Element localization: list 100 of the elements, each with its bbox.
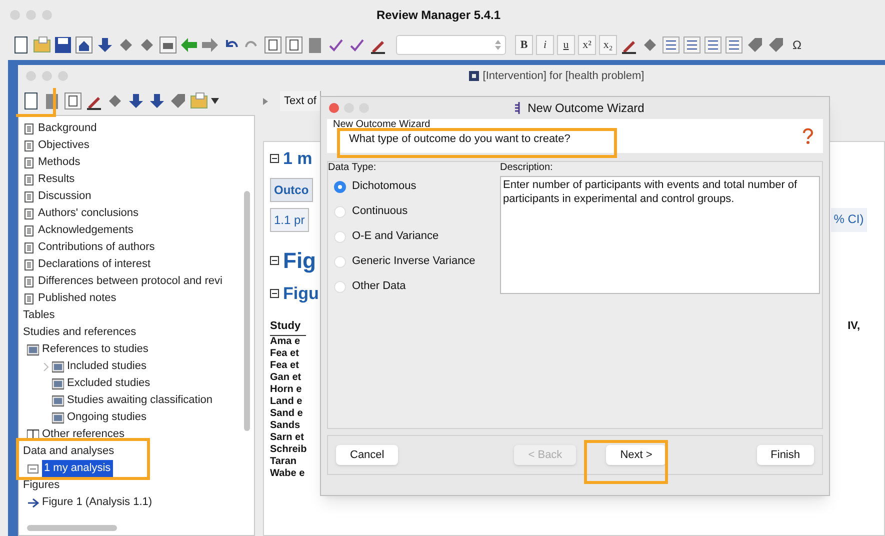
section-heading: Figu (283, 282, 319, 305)
spinner-icon[interactable] (495, 40, 501, 50)
tree-item[interactable]: Methods (38, 154, 80, 171)
header-title: New Outcome Wizard (333, 119, 432, 131)
caret-icon (263, 98, 268, 104)
tree-item[interactable]: Figures (23, 477, 60, 494)
format-button[interactable]: B (515, 35, 533, 55)
highlight-frame (16, 88, 56, 117)
document-icon (468, 71, 479, 81)
collapse-icon[interactable] (270, 256, 279, 264)
radio-button[interactable] (334, 180, 346, 192)
radio-label[interactable]: Generic Inverse Variance (352, 253, 476, 270)
tree-item[interactable]: Contributions of authors (38, 239, 155, 256)
tree-item[interactable]: Studies awaiting classification (67, 392, 213, 409)
down-arrow-icon[interactable] (96, 36, 114, 54)
table-cell: Sand e (270, 408, 303, 420)
tree-item[interactable]: Figure 1 (Analysis 1.1) (42, 494, 152, 511)
down-arrow-icon[interactable] (127, 92, 145, 110)
radio-button[interactable] (334, 206, 346, 218)
collapse-icon[interactable] (270, 154, 279, 164)
photo-stack-icon (52, 412, 64, 424)
house-icon[interactable] (75, 36, 93, 54)
tag-icon[interactable] (767, 36, 785, 54)
copy-icon[interactable] (285, 36, 303, 54)
tree-item[interactable]: Published notes (38, 290, 116, 307)
table-cell: Fea et (270, 360, 299, 372)
table-header: Outco (270, 178, 313, 202)
document-icon[interactable] (22, 92, 40, 110)
table-cell: Taran (270, 456, 296, 468)
document-icon (23, 122, 35, 134)
photo-stack-icon (52, 360, 64, 372)
document-icon[interactable] (12, 36, 30, 54)
help-icon[interactable] (801, 127, 815, 145)
dialog-title: New Outcome Wizard (528, 100, 644, 117)
radio-button[interactable] (334, 280, 346, 292)
save-icon[interactable] (54, 36, 72, 54)
radio-label[interactable]: Other Data (352, 278, 406, 295)
tree-item[interactable]: Differences between protocol and revi (38, 273, 222, 290)
radio-label[interactable]: Continuous (352, 203, 408, 220)
tag-icon[interactable] (169, 92, 187, 110)
copy-icon[interactable] (264, 36, 282, 54)
document-icon (23, 190, 35, 202)
tree-item[interactable]: 1 my analysis (42, 460, 113, 477)
tree-item[interactable]: Other references (42, 426, 125, 443)
down-arrow-icon[interactable] (148, 92, 166, 110)
tree-item[interactable]: Results (38, 171, 75, 188)
table-cell: Ama e (270, 336, 300, 348)
format-button[interactable]: i (536, 35, 554, 55)
tree-item[interactable]: Studies and references (23, 324, 136, 341)
section-heading: Fig (283, 246, 316, 275)
tree-item[interactable]: Included studies (67, 358, 146, 375)
collapse-icon[interactable] (270, 288, 279, 298)
tree-item[interactable]: Discussion (38, 188, 92, 205)
tree-item[interactable]: Ongoing studies (67, 409, 146, 426)
dialog-button[interactable]: Cancel (336, 445, 398, 465)
radio-button[interactable] (334, 230, 346, 242)
radio-label[interactable]: O-E and Variance (352, 228, 439, 245)
table-cell: Schreib (270, 444, 307, 456)
column-header: IV, (848, 319, 860, 334)
field-label: Data Type: (328, 162, 376, 174)
tree-item[interactable]: Data and analyses (23, 443, 114, 460)
radio-label[interactable]: Dichotomous (352, 178, 416, 195)
format-button[interactable]: u (557, 35, 575, 55)
format-button[interactable]: x² (578, 35, 596, 55)
format-button[interactable]: x₂ (599, 35, 617, 55)
symbol-button[interactable]: Ω (788, 35, 806, 55)
tree-item[interactable]: Declarations of interest (38, 256, 150, 273)
scrollbar-thumb[interactable] (244, 191, 250, 431)
list-icon[interactable] (683, 36, 701, 54)
tree-item[interactable]: Authors' conclusions (38, 205, 139, 222)
tree-item[interactable]: Objectives (38, 137, 90, 154)
tree-item[interactable]: Excluded studies (67, 375, 150, 392)
table-cell: Land e (270, 396, 302, 408)
document-icon (23, 156, 35, 168)
document-icon (23, 208, 35, 220)
copy-icon[interactable] (64, 92, 82, 110)
table-cell: 1.1 pr (270, 208, 309, 232)
tree-item[interactable]: Acknowledgements (38, 222, 134, 239)
window-title: [Intervention] for [health problem] (482, 68, 644, 84)
right-arrow-icon[interactable] (201, 36, 219, 54)
list-icon[interactable] (725, 36, 743, 54)
left-arrow-icon[interactable] (180, 36, 198, 54)
dialog-button[interactable]: Finish (756, 445, 814, 465)
section-heading: 1 m (283, 148, 312, 170)
tab[interactable]: Text of (280, 90, 322, 112)
tree-item[interactable]: Background (38, 120, 97, 137)
tree-item[interactable]: Tables (23, 307, 55, 324)
list-icon[interactable] (662, 36, 680, 54)
radio-button[interactable] (334, 256, 346, 268)
question-text: What type of outcome do you want to create? (348, 132, 570, 147)
list-icon[interactable] (704, 36, 722, 54)
dialog-button[interactable]: Next > (606, 445, 666, 465)
printer-icon[interactable] (159, 36, 177, 54)
tag-icon[interactable] (746, 36, 764, 54)
caret-icon[interactable] (211, 98, 219, 104)
clipboard-icon[interactable] (306, 36, 324, 54)
tree-item[interactable]: References to studies (42, 341, 148, 358)
arrow-icon (27, 496, 39, 508)
table-cell: Gan et (270, 372, 302, 384)
scrollbar-thumb[interactable] (27, 525, 117, 531)
